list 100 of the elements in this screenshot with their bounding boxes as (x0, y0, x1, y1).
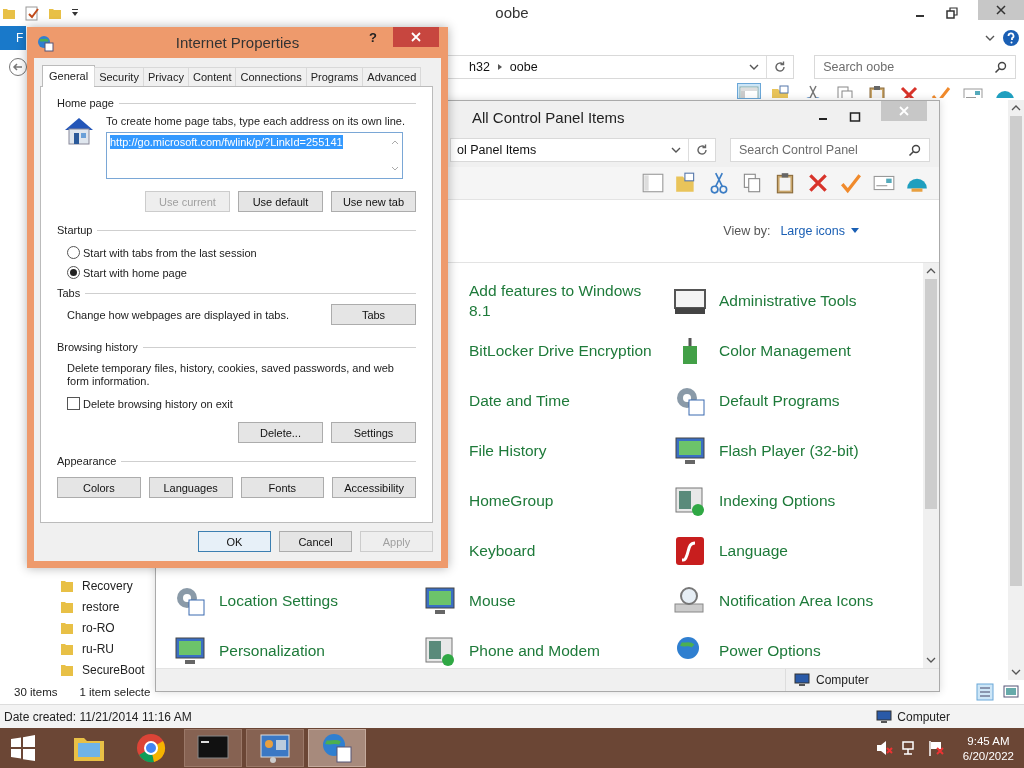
dialog-button[interactable]: Settings (331, 422, 416, 443)
scroll-up-icon[interactable] (1011, 104, 1021, 112)
control-panel-item[interactable]: BitLocker Drive Encryption (469, 341, 652, 361)
close-button[interactable] (393, 27, 439, 47)
section-heading: Startup (57, 224, 93, 236)
scroll-down-icon[interactable] (1011, 668, 1021, 676)
radio-button[interactable] (67, 246, 80, 259)
control-panel-item[interactable]: Phone and Modem (469, 641, 600, 661)
dialog-button[interactable]: Use default (238, 191, 323, 212)
checkbox-label[interactable]: Delete browsing history on exit (83, 397, 233, 410)
folder-icon (60, 641, 74, 656)
tab[interactable]: Programs (305, 67, 364, 86)
control-panel-item[interactable]: Mouse (469, 591, 516, 611)
properties-icon[interactable] (24, 5, 40, 21)
dialog-button[interactable]: Languages (148, 477, 233, 498)
description-text: Delete temporary files, history, cookies, saved passwords, and web form information. (66, 362, 395, 388)
folder-tree-item[interactable]: ro-RO (0, 617, 150, 638)
computer-icon (794, 673, 810, 687)
tabs-button[interactable]: Tabs (331, 304, 416, 325)
close-button[interactable] (978, 0, 1024, 20)
tab[interactable]: Privacy (142, 67, 189, 86)
control-panel-item[interactable]: File History (469, 441, 547, 461)
scrollbar-thumb[interactable] (1010, 116, 1022, 586)
control-panel-item[interactable]: Notification Area Icons (719, 591, 874, 611)
chevron-right-icon (495, 63, 504, 71)
scroll-down-icon[interactable] (926, 656, 936, 664)
search-icon[interactable] (994, 61, 1007, 74)
taskbar-button[interactable] (308, 729, 366, 767)
item-count: 30 items (14, 686, 58, 698)
control-panel-item[interactable]: Power Options (719, 641, 821, 661)
control-panel-item[interactable]: Keyboard (469, 541, 536, 561)
control-panel-item[interactable]: Language (719, 541, 788, 561)
scroll-up-icon[interactable] (926, 267, 936, 275)
description-text: Change how webpages are displayed in tabs. (67, 308, 289, 321)
checkmark-icon[interactable] (839, 171, 863, 195)
search-field[interactable]: Search Control Panel (730, 138, 930, 162)
windows-logo-icon[interactable] (10, 735, 36, 761)
folder-tree-item[interactable]: SecureBoot (0, 659, 150, 680)
section-heading: Tabs (57, 287, 81, 299)
folder-icon (60, 662, 74, 677)
breadcrumb[interactable]: h32 (469, 60, 490, 74)
tab[interactable]: Advanced (362, 67, 422, 86)
dropdown-icon[interactable] (70, 8, 80, 18)
tab[interactable]: Security (94, 67, 144, 86)
dialog-button[interactable]: Accessibility (332, 477, 416, 498)
radio-label[interactable]: Start with home page (83, 266, 187, 279)
scrollbar-thumb[interactable] (925, 279, 937, 509)
control-panel-item[interactable]: Default Programs (719, 391, 840, 411)
dialog-button[interactable]: Cancel (279, 531, 352, 552)
help-button[interactable]: ? (369, 30, 377, 45)
control-panel-item[interactable]: HomeGroup (469, 491, 554, 511)
large-icons-view-icon[interactable] (1002, 683, 1020, 701)
dialog-button[interactable]: OK (198, 531, 271, 552)
tab[interactable]: General (42, 65, 96, 87)
control-panel-item[interactable]: Flash Player (32-bit) (719, 441, 859, 461)
clock-date[interactable]: 6/20/2022 (962, 749, 1014, 762)
dialog-button[interactable]: Delete... (238, 422, 323, 443)
flash-icon (673, 534, 707, 568)
dialog-button[interactable]: Fonts (240, 477, 325, 498)
control-panel-item[interactable]: Personalization (219, 641, 325, 661)
help-icon[interactable] (1002, 29, 1020, 47)
refresh-icon[interactable] (773, 60, 788, 74)
caret-icon (851, 228, 859, 234)
delete-icon[interactable] (806, 171, 830, 195)
view-by-dropdown[interactable]: Large icons (780, 224, 859, 238)
search-field[interactable]: Search oobe (814, 55, 1016, 79)
folder-check-icon[interactable] (770, 84, 792, 98)
close-icon (996, 5, 1006, 15)
breadcrumb[interactable]: oobe (509, 60, 538, 74)
taskbar-button[interactable] (184, 729, 242, 767)
folder-tree-item[interactable]: Recovery (0, 575, 150, 596)
control-panel-item[interactable]: Indexing Options (719, 491, 836, 511)
file-tab[interactable]: F (0, 26, 26, 50)
radio-label[interactable]: Start with tabs from the last session (83, 246, 257, 259)
control-panel-item[interactable]: Color Management (719, 341, 851, 361)
muted-speaker-icon[interactable] (874, 740, 893, 756)
dialog-button[interactable]: Use new tab (331, 191, 416, 212)
taskbar-button[interactable] (246, 729, 304, 767)
address-bar[interactable]: ol Panel Items (450, 138, 716, 162)
location-label: Computer (816, 673, 869, 687)
control-panel-item[interactable]: Administrative Tools (719, 291, 857, 311)
delete-icon[interactable] (898, 84, 920, 98)
folder-icon (60, 599, 74, 614)
search-icon[interactable] (908, 144, 921, 157)
refresh-icon[interactable] (695, 143, 709, 157)
dialog-button[interactable]: Colors (57, 477, 141, 498)
flag-icon[interactable] (926, 740, 945, 756)
back-icon[interactable] (8, 57, 28, 77)
breadcrumb[interactable]: ol Panel Items (457, 143, 537, 157)
clock-time[interactable]: 9:45 AM (967, 734, 1010, 747)
instruction-text: To create home page tabs, type each address on its own line. (106, 115, 405, 127)
maximize-icon[interactable] (849, 111, 861, 123)
folder-tree-item[interactable]: restore (0, 596, 150, 617)
checkbox[interactable] (67, 397, 80, 410)
control-panel-item[interactable]: Date and Time (469, 391, 570, 411)
control-panel-item[interactable]: Location Settings (219, 591, 338, 611)
restore-icon[interactable] (946, 7, 958, 19)
radio-button[interactable] (67, 266, 80, 279)
control-panel-item[interactable]: Add features to Windows 8.1 (469, 281, 659, 321)
folder-tree-item[interactable]: ru-RU (0, 638, 150, 659)
